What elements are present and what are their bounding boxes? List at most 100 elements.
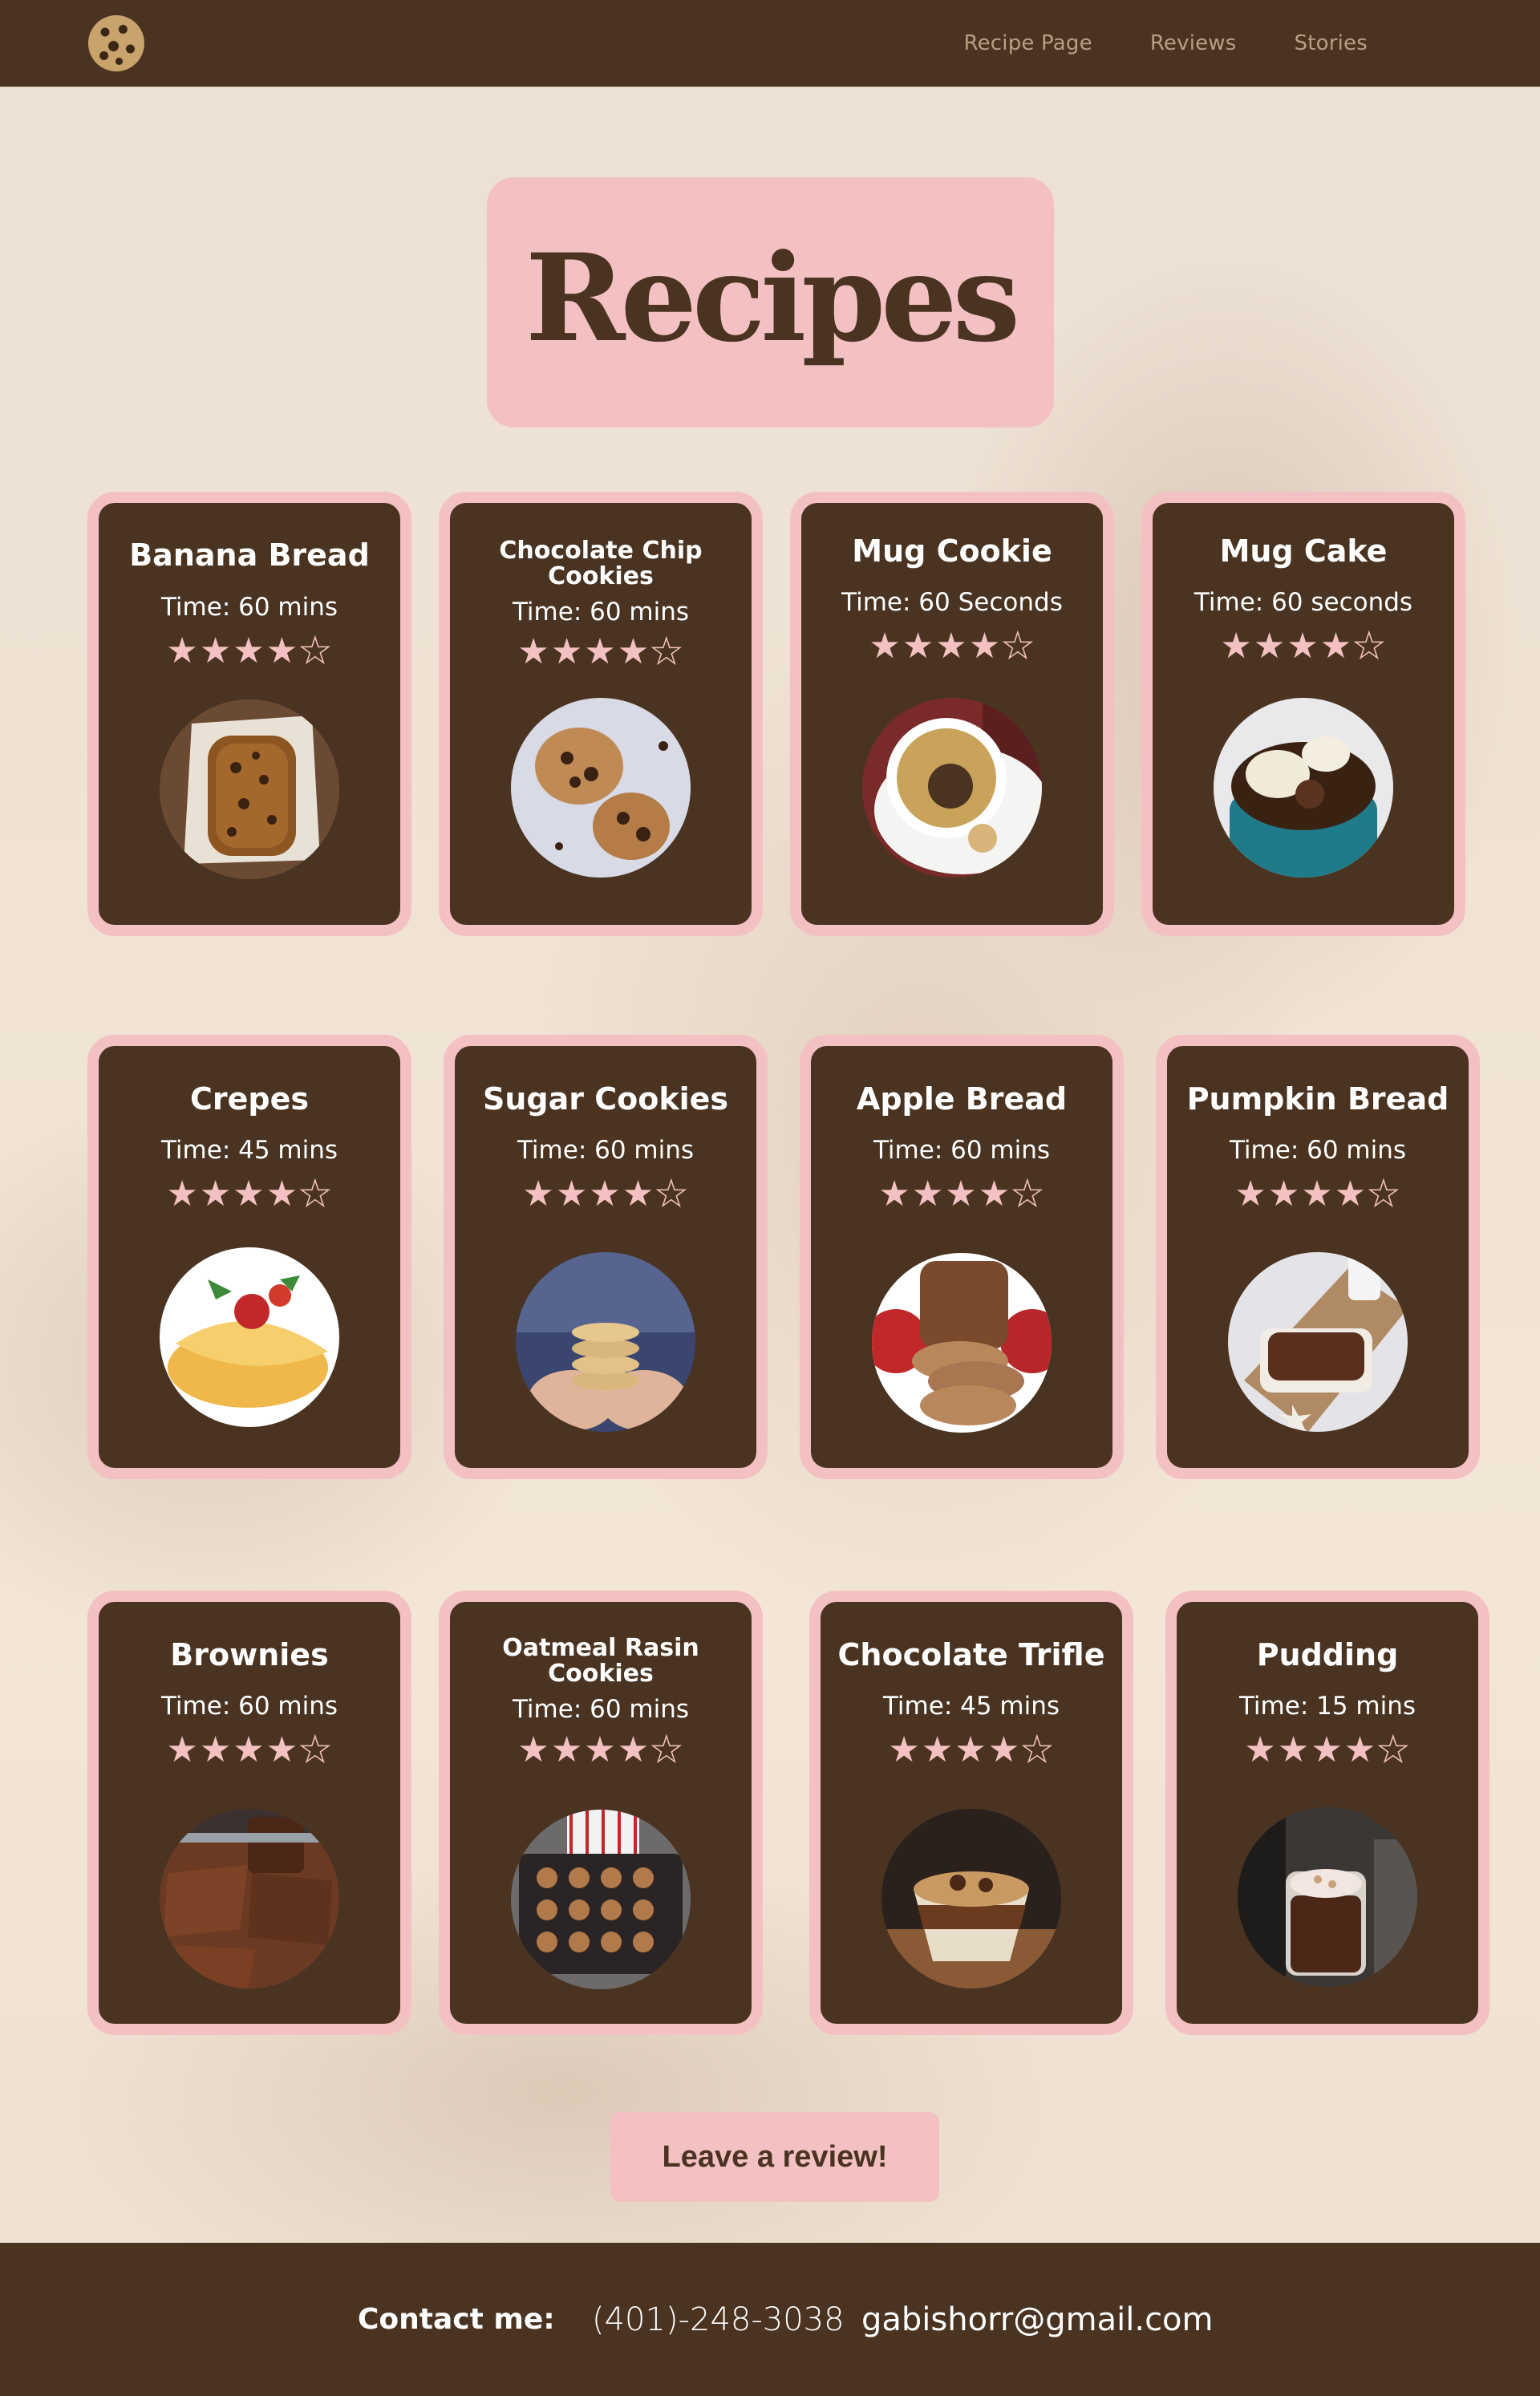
star-filled-icon: ★ bbox=[1319, 626, 1354, 667]
star-filled-icon: ★ bbox=[199, 630, 233, 671]
star-filled-icon: ★ bbox=[617, 1729, 651, 1770]
nav-link-recipe-page[interactable]: Recipe Page bbox=[963, 30, 1092, 57]
star-filled-icon: ★ bbox=[921, 1729, 955, 1770]
recipe-card[interactable]: Mug Cookie Time: 60 Seconds ★★★★★ bbox=[790, 492, 1114, 936]
contact-email[interactable]: gabishorr@gmail.com bbox=[861, 2301, 1214, 2338]
star-filled-icon: ★ bbox=[1267, 1174, 1302, 1214]
recipe-time: Time: 60 mins bbox=[512, 598, 690, 626]
star-filled-icon: ★ bbox=[166, 630, 200, 671]
navbar: Recipe Page Reviews Stories bbox=[0, 0, 1540, 87]
star-empty-icon: ★ bbox=[298, 1174, 333, 1214]
star-filled-icon: ★ bbox=[265, 630, 300, 671]
star-rating: ★★★★★ bbox=[455, 1174, 756, 1214]
recipe-card[interactable]: Chocolate Chip Cookies Time: 60 mins ★★★… bbox=[439, 492, 763, 936]
star-filled-icon: ★ bbox=[987, 1729, 1022, 1770]
crepes-photo bbox=[160, 1247, 339, 1427]
star-empty-icon: ★ bbox=[1376, 1729, 1411, 1770]
recipe-time: Time: 60 mins bbox=[517, 1136, 695, 1165]
star-empty-icon: ★ bbox=[1001, 626, 1035, 667]
star-filled-icon: ★ bbox=[166, 1729, 200, 1770]
recipe-card[interactable]: Brownies Time: 60 mins ★★★★★ bbox=[87, 1591, 411, 2035]
star-rating: ★★★★★ bbox=[99, 630, 400, 671]
recipe-card[interactable]: Mug Cake Time: 60 seconds ★★★★★ bbox=[1141, 492, 1465, 936]
recipe-card[interactable]: Sugar Cookies Time: 60 mins ★★★★★ bbox=[444, 1035, 768, 1479]
star-filled-icon: ★ bbox=[869, 626, 902, 667]
mug-cake-photo bbox=[1214, 698, 1393, 878]
recipe-time: Time: 15 mins bbox=[1238, 1692, 1416, 1721]
star-filled-icon: ★ bbox=[1287, 626, 1320, 667]
recipe-time: Time: 60 mins bbox=[1229, 1136, 1407, 1165]
star-filled-icon: ★ bbox=[522, 1174, 556, 1214]
star-filled-icon: ★ bbox=[1234, 1174, 1268, 1214]
recipe-card[interactable]: Banana Bread Time: 60 mins ★★★★★ bbox=[87, 492, 411, 936]
recipe-title: Pumpkin Bread bbox=[1186, 1081, 1449, 1117]
star-empty-icon: ★ bbox=[1020, 1729, 1055, 1770]
recipe-card[interactable]: Apple Bread Time: 60 mins ★★★★★ bbox=[800, 1035, 1124, 1479]
star-filled-icon: ★ bbox=[1343, 1729, 1378, 1770]
recipe-title: Banana Bread bbox=[129, 537, 370, 573]
recipe-card[interactable]: Crepes Time: 45 mins ★★★★★ bbox=[87, 1035, 411, 1479]
star-filled-icon: ★ bbox=[265, 1729, 300, 1770]
recipe-time: Time: 45 mins bbox=[160, 1136, 338, 1165]
star-filled-icon: ★ bbox=[233, 1174, 266, 1214]
star-filled-icon: ★ bbox=[1334, 1174, 1368, 1214]
nav-link-reviews[interactable]: Reviews bbox=[1150, 30, 1237, 57]
star-filled-icon: ★ bbox=[584, 631, 618, 672]
star-filled-icon: ★ bbox=[166, 1174, 200, 1214]
page-title-box: Recipes bbox=[487, 177, 1054, 428]
recipe-title: Sugar Cookies bbox=[482, 1081, 729, 1117]
contact-label: Contact me: bbox=[358, 2303, 555, 2336]
footer: Contact me: (401)-248-3038 gabishorr@gma… bbox=[0, 2243, 1540, 2396]
star-filled-icon: ★ bbox=[1277, 1729, 1311, 1770]
page-title: Recipes bbox=[525, 228, 1020, 369]
recipe-title: Chocolate Chip Cookies bbox=[499, 537, 703, 590]
recipe-time: Time: 60 mins bbox=[160, 593, 338, 622]
contact-phone[interactable]: (401)-248-3038 bbox=[592, 2301, 845, 2338]
star-filled-icon: ★ bbox=[878, 1174, 912, 1214]
star-filled-icon: ★ bbox=[199, 1729, 233, 1770]
star-filled-icon: ★ bbox=[550, 1729, 585, 1770]
recipe-title: Chocolate Trifle bbox=[837, 1637, 1105, 1672]
star-filled-icon: ★ bbox=[617, 631, 651, 672]
pudding-photo bbox=[1238, 1807, 1417, 1987]
star-empty-icon: ★ bbox=[1011, 1174, 1045, 1214]
recipe-card[interactable]: Oatmeal Rasin Cookies Time: 60 mins ★★★★… bbox=[439, 1591, 763, 2035]
star-filled-icon: ★ bbox=[978, 1174, 1012, 1214]
star-filled-icon: ★ bbox=[902, 626, 936, 667]
mug-cookie-photo bbox=[862, 698, 1042, 878]
star-filled-icon: ★ bbox=[1301, 1174, 1335, 1214]
recipe-title: Mug Cake bbox=[1219, 533, 1388, 569]
recipe-card[interactable]: Pudding Time: 15 mins ★★★★★ bbox=[1165, 1591, 1489, 2035]
star-filled-icon: ★ bbox=[517, 1729, 551, 1770]
recipe-card[interactable]: Chocolate Trifle Time: 45 mins ★★★★★ bbox=[809, 1591, 1133, 2035]
recipe-title: Pudding bbox=[1256, 1637, 1399, 1672]
star-empty-icon: ★ bbox=[650, 631, 684, 672]
recipe-title: Oatmeal Rasin Cookies bbox=[502, 1634, 699, 1688]
leave-review-button[interactable]: Leave a review! bbox=[610, 2112, 939, 2202]
star-rating: ★★★★★ bbox=[1177, 1729, 1478, 1770]
brownies-photo bbox=[160, 1809, 339, 1989]
star-filled-icon: ★ bbox=[233, 630, 266, 671]
recipe-card[interactable]: Pumpkin Bread Time: 60 mins ★★★★★ bbox=[1156, 1035, 1480, 1479]
recipe-title: Mug Cookie bbox=[852, 533, 1052, 569]
nav-link-stories[interactable]: Stories bbox=[1295, 30, 1368, 57]
star-filled-icon: ★ bbox=[945, 1174, 979, 1214]
recipe-title: Apple Bread bbox=[856, 1081, 1068, 1117]
star-filled-icon: ★ bbox=[517, 631, 551, 672]
star-filled-icon: ★ bbox=[1220, 626, 1254, 667]
star-filled-icon: ★ bbox=[555, 1174, 590, 1214]
recipe-time: Time: 60 Seconds bbox=[841, 588, 1063, 617]
recipe-time: Time: 45 mins bbox=[882, 1692, 1060, 1721]
star-filled-icon: ★ bbox=[589, 1174, 622, 1214]
recipe-title: Crepes bbox=[190, 1081, 309, 1117]
star-empty-icon: ★ bbox=[654, 1174, 689, 1214]
star-filled-icon: ★ bbox=[968, 626, 1003, 667]
cookie-icon[interactable] bbox=[88, 15, 144, 71]
star-empty-icon: ★ bbox=[1367, 1174, 1401, 1214]
star-filled-icon: ★ bbox=[584, 1729, 618, 1770]
star-filled-icon: ★ bbox=[265, 1174, 300, 1214]
star-filled-icon: ★ bbox=[1253, 626, 1287, 667]
recipe-title: Brownies bbox=[170, 1637, 329, 1672]
apple-bread-photo bbox=[872, 1253, 1052, 1433]
star-rating: ★★★★★ bbox=[99, 1174, 400, 1214]
